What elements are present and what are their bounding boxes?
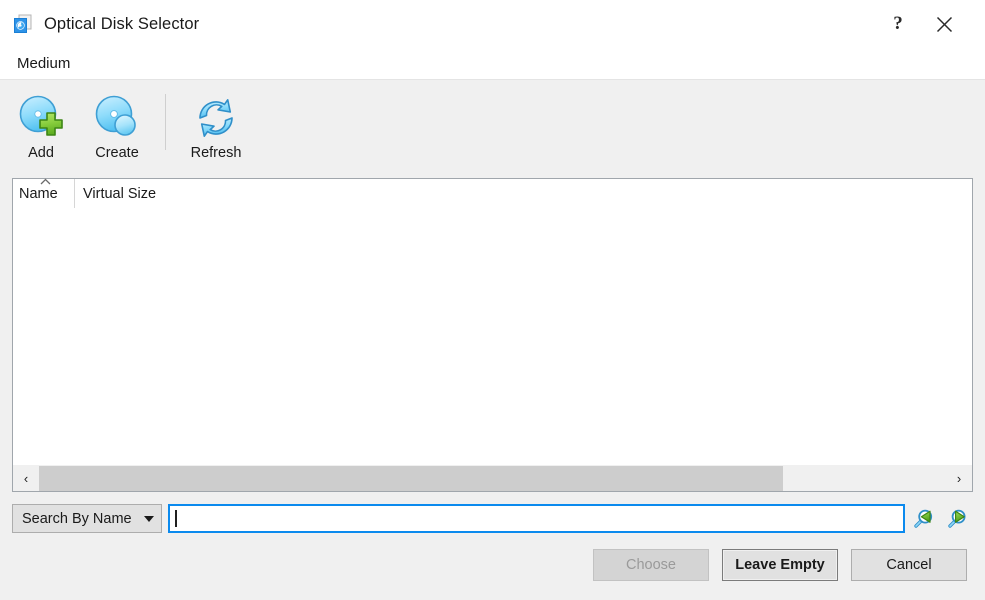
toolbar: Add Create Refresh	[0, 79, 985, 178]
cancel-button[interactable]: Cancel	[851, 549, 967, 581]
search-previous-button[interactable]	[909, 503, 939, 534]
scrollbar-track[interactable]	[39, 465, 946, 491]
disk-create-icon	[92, 93, 142, 143]
menu-item-medium[interactable]: Medium	[12, 53, 75, 74]
toolbar-button-create[interactable]: Create	[82, 86, 152, 162]
list-header-row: Name Virtual Size	[13, 178, 972, 208]
toolbar-separator	[165, 94, 166, 150]
horizontal-scrollbar[interactable]: ‹ ›	[13, 464, 972, 491]
toolbar-label-add: Add	[28, 145, 54, 161]
scroll-right-arrow-icon[interactable]: ›	[946, 465, 972, 491]
close-button[interactable]	[921, 1, 967, 47]
titlebar: Optical Disk Selector ?	[0, 0, 985, 48]
optical-disk-icon	[12, 13, 34, 35]
toolbar-label-refresh: Refresh	[190, 145, 242, 161]
disk-add-icon	[16, 93, 66, 143]
column-header-virtual-size[interactable]: Virtual Size	[75, 179, 972, 208]
column-header-name-label: Name	[19, 185, 58, 202]
titlebar-buttons: ?	[875, 0, 985, 48]
menubar: Medium	[0, 48, 985, 79]
toolbar-label-create: Create	[95, 145, 139, 161]
choose-button[interactable]: Choose	[593, 549, 709, 581]
medium-list-view: Name Virtual Size ‹ ›	[12, 178, 973, 492]
search-next-button[interactable]	[943, 503, 973, 534]
text-cursor	[175, 510, 177, 527]
chevron-down-icon	[143, 515, 154, 522]
close-icon	[936, 16, 952, 32]
search-mode-label: Search By Name	[22, 510, 132, 527]
search-previous-icon	[914, 509, 933, 528]
list-body[interactable]	[13, 208, 972, 464]
search-next-icon	[948, 509, 966, 528]
leave-empty-button[interactable]: Leave Empty	[722, 549, 838, 581]
search-mode-dropdown[interactable]: Search By Name	[12, 504, 162, 533]
help-icon: ?	[893, 13, 903, 34]
column-header-virtual-size-label: Virtual Size	[83, 185, 157, 202]
scroll-left-arrow-icon[interactable]: ‹	[13, 465, 39, 491]
window-title: Optical Disk Selector	[44, 14, 200, 33]
scrollbar-thumb[interactable]	[39, 465, 783, 491]
optical-disk-selector-window: Optical Disk Selector ? Medium Add Creat…	[0, 0, 985, 600]
help-button[interactable]: ?	[875, 1, 921, 47]
refresh-icon	[191, 93, 241, 143]
toolbar-button-refresh[interactable]: Refresh	[181, 86, 251, 162]
toolbar-button-add[interactable]: Add	[6, 86, 76, 162]
dialog-button-row: Choose Leave Empty Cancel	[0, 549, 985, 581]
search-row: Search By Name	[12, 504, 973, 533]
column-header-name[interactable]: Name	[13, 178, 75, 208]
search-input[interactable]	[168, 504, 905, 533]
